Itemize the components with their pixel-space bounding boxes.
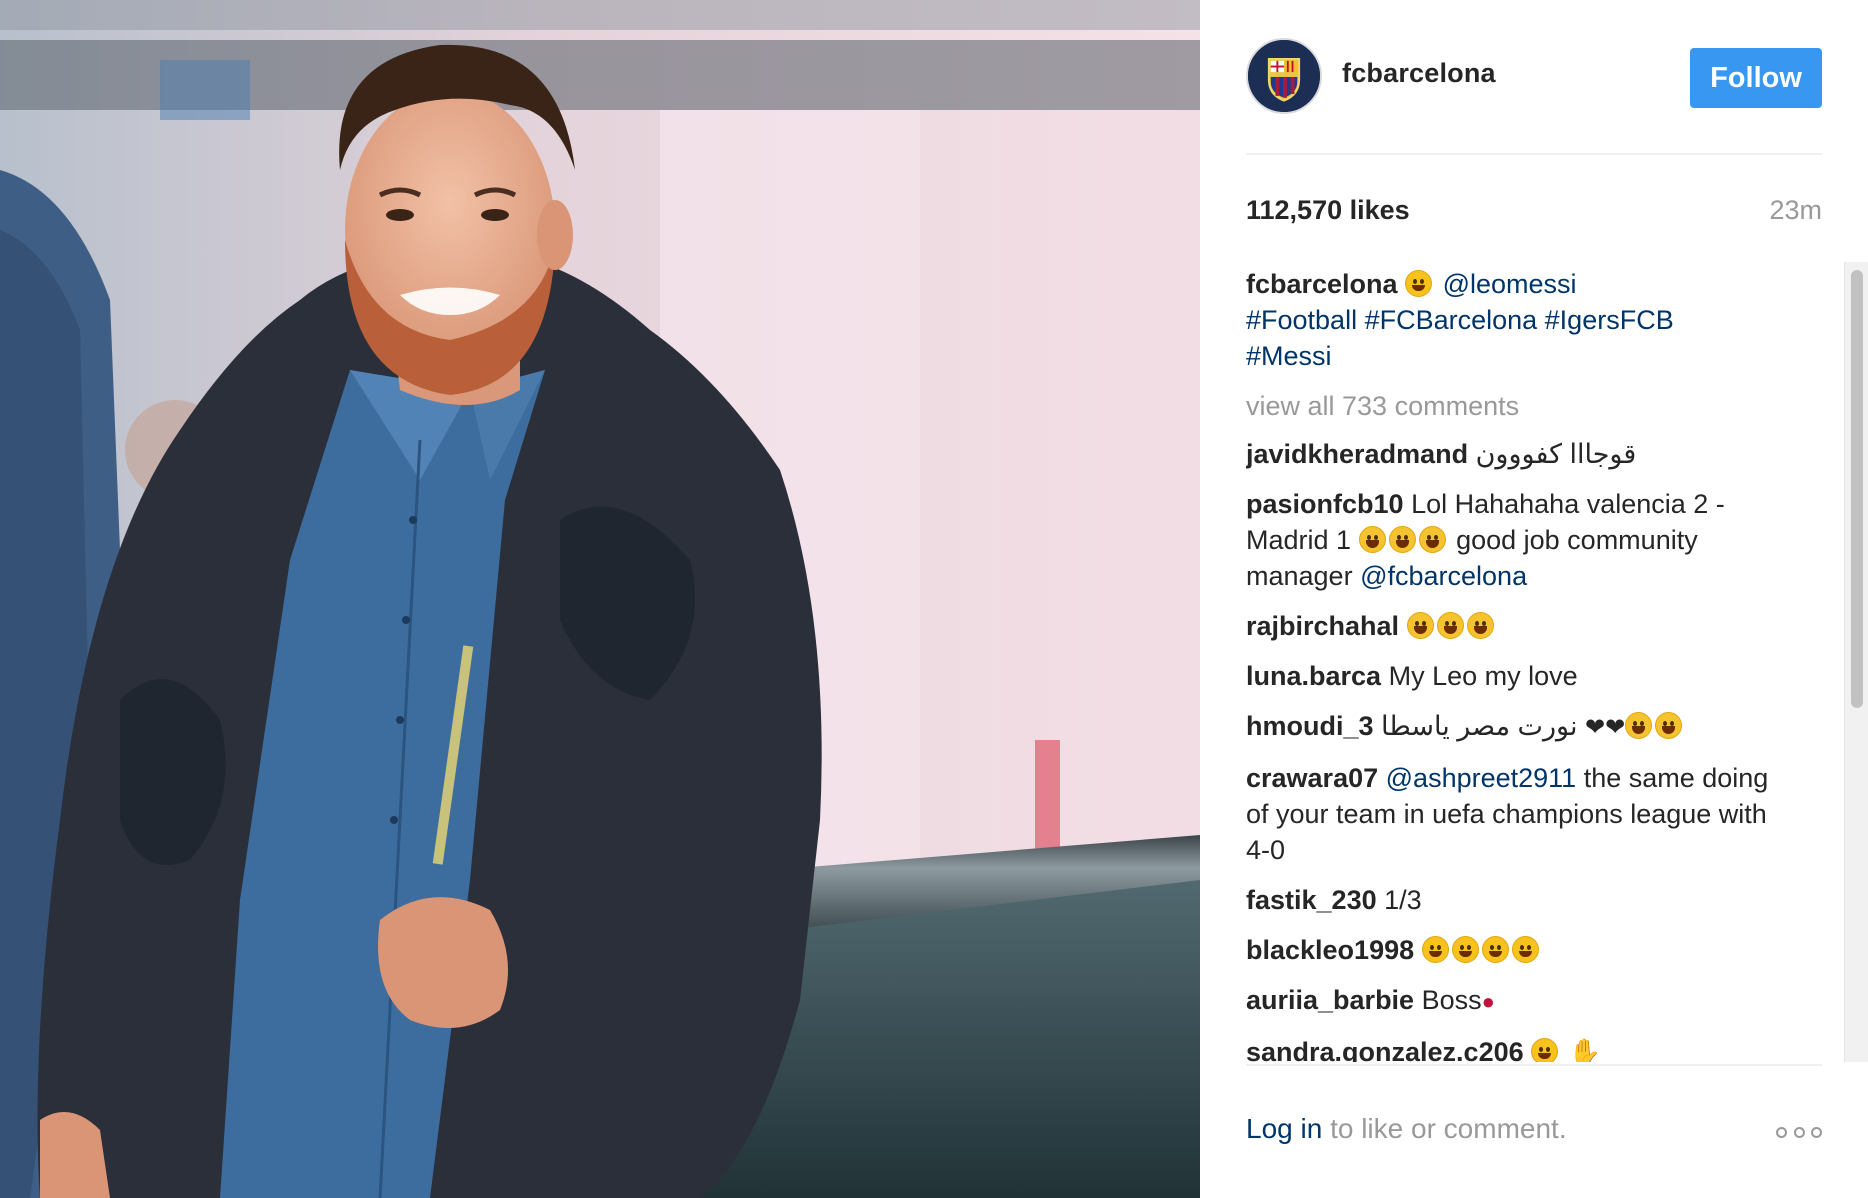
joy-emoji-icon: [1625, 712, 1653, 739]
comments-scrollbar[interactable]: [1844, 262, 1868, 1062]
post-username[interactable]: fcbarcelona: [1342, 58, 1496, 89]
comment-text: 1/3: [1384, 885, 1422, 915]
grinning-emoji-icon: [1511, 936, 1539, 963]
grinning-emoji-icon: [1405, 270, 1433, 297]
list-item: hmoudi_3 نورت مصر ياسطا ❤❤: [1246, 708, 1786, 746]
comment-username[interactable]: javidkheradmand: [1246, 439, 1468, 469]
photo-illustration: [0, 0, 1200, 1198]
comment-username[interactable]: hmoudi_3: [1246, 711, 1374, 741]
comment-username[interactable]: fastik_230: [1246, 885, 1377, 915]
login-prompt-text: to like or comment.: [1330, 1113, 1567, 1144]
joy-emoji-icon: [1655, 712, 1683, 739]
comment-username[interactable]: crawara07: [1246, 763, 1378, 793]
list-item: luna.barca My Leo my love: [1246, 658, 1786, 694]
comment-username[interactable]: rajbirchahal: [1246, 611, 1399, 641]
list-item: fastik_230 1/3: [1246, 882, 1786, 918]
joy-emoji-icon: [1466, 612, 1494, 639]
joy-emoji-icon: [1418, 526, 1446, 553]
comment-text: Boss: [1421, 985, 1482, 1015]
post-time[interactable]: 23m: [1769, 195, 1822, 226]
joy-emoji-icon: [1436, 612, 1464, 639]
comment-text: نورت مصر ياسطا: [1381, 711, 1578, 741]
login-prompt: Log in to like or comment.: [1246, 1113, 1567, 1145]
follow-button[interactable]: Follow: [1690, 48, 1822, 108]
comment-mention[interactable]: @fcbarcelona: [1360, 561, 1527, 591]
comment-text: قوجااا کفووون: [1475, 439, 1637, 469]
winking-emoji-icon: [1531, 1038, 1559, 1062]
comment-username[interactable]: pasionfcb10: [1246, 489, 1404, 519]
kiss-lips-icon: ●: [1481, 989, 1495, 1014]
list-item: sandra.gonzalez.c206 ✋: [1246, 1034, 1786, 1062]
scrollbar-thumb[interactable]: [1851, 270, 1863, 708]
post-side-panel: fcbarcelona Follow 112,570 likes 23m fcb…: [1200, 0, 1868, 1198]
list-item: blackleo1998: [1246, 932, 1786, 968]
post-photo[interactable]: [0, 0, 1200, 1198]
comments-list[interactable]: fcbarcelona @leomessi #Football #FCBarce…: [1246, 266, 1786, 1062]
grinning-emoji-icon: [1481, 936, 1509, 963]
list-item: crawara07 @ashpreet2911 the same doing o…: [1246, 760, 1786, 868]
comment-username[interactable]: luna.barca: [1246, 661, 1381, 691]
more-options-icon[interactable]: [1776, 1125, 1822, 1139]
list-item: pasionfcb10 Lol Hahahaha valencia 2 - Ma…: [1246, 486, 1786, 594]
heart-icon: ❤❤: [1584, 714, 1626, 741]
view-all-comments-link[interactable]: view all 733 comments: [1246, 388, 1786, 424]
list-item: auriia_barbie Boss●: [1246, 982, 1786, 1020]
grinning-emoji-icon: [1451, 936, 1479, 963]
caption-hashtag-messi[interactable]: #Messi: [1246, 341, 1332, 371]
joy-emoji-icon: [1406, 612, 1434, 639]
comment-username[interactable]: blackleo1998: [1246, 935, 1414, 965]
joy-emoji-icon: [1388, 526, 1416, 553]
flexed-biceps-icon: ✋: [1568, 1037, 1602, 1062]
comment-text: My Leo my love: [1388, 661, 1578, 691]
joy-emoji-icon: [1358, 526, 1386, 553]
fcb-crest-icon: [1248, 40, 1320, 112]
avatar[interactable]: [1246, 38, 1322, 114]
list-item: javidkheradmand قوجااا کفووون: [1246, 436, 1786, 472]
caption-mention[interactable]: @leomessi: [1443, 269, 1577, 299]
comment-username[interactable]: sandra.gonzalez.c206: [1246, 1037, 1524, 1062]
caption: fcbarcelona @leomessi #Football #FCBarce…: [1246, 266, 1786, 374]
comment-username[interactable]: auriia_barbie: [1246, 985, 1414, 1015]
caption-hashtags[interactable]: #Football #FCBarcelona #IgersFCB: [1246, 305, 1674, 335]
caption-username[interactable]: fcbarcelona: [1246, 269, 1398, 299]
login-link[interactable]: Log in: [1246, 1113, 1322, 1144]
post-header: fcbarcelona Follow: [1246, 36, 1822, 118]
grinning-emoji-icon: [1421, 936, 1449, 963]
footer-divider: [1246, 1064, 1822, 1066]
header-divider: [1246, 153, 1822, 155]
list-item: rajbirchahal: [1246, 608, 1786, 644]
comment-mention[interactable]: @ashpreet2911: [1386, 763, 1577, 793]
likes-count[interactable]: 112,570 likes: [1246, 195, 1410, 226]
